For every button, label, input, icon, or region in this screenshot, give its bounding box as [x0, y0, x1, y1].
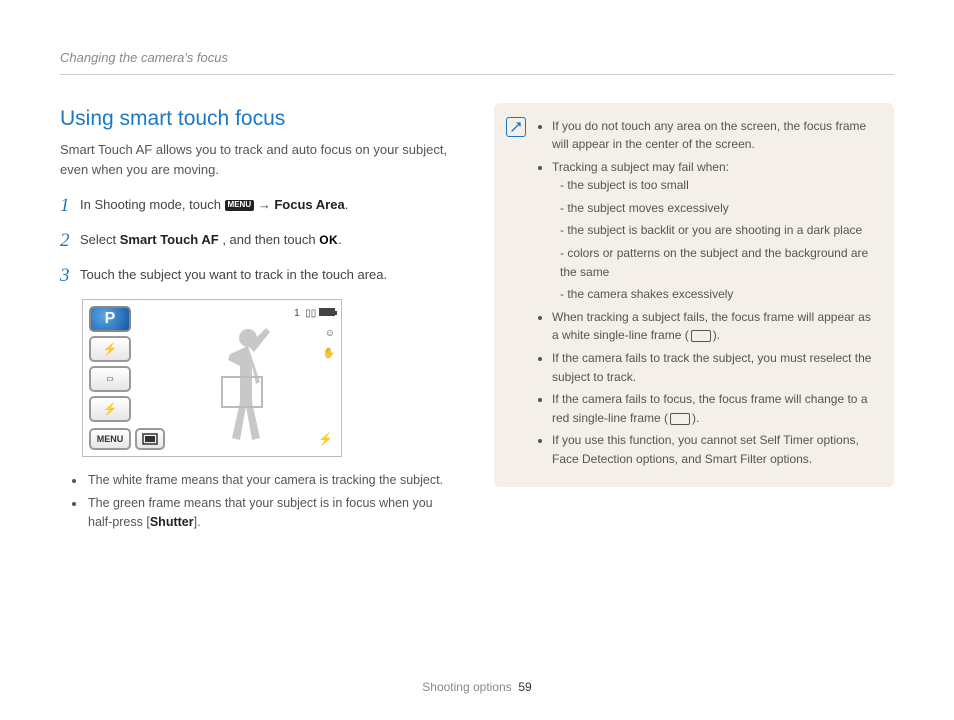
info-text: If the camera fails to focus, the focus … [552, 392, 868, 425]
steps-list: 1 In Shooting mode, touch MENU → Focus A… [60, 195, 460, 287]
info-subitem: the camera shakes excessively [560, 285, 878, 304]
camera-screenshot: P ▭ MENU 1 ▯▯ ☺ ✋ [82, 299, 342, 457]
info-text: ). [692, 411, 699, 425]
info-item: If the camera fails to track the subject… [552, 349, 878, 386]
info-text: When tracking a subject fails, the focus… [552, 310, 871, 343]
flash-icon [103, 340, 118, 359]
menu-icon: MENU [225, 200, 255, 211]
battery-icon [319, 308, 335, 316]
step-text: Select [80, 232, 120, 247]
smart-touch-label: Smart Touch AF [120, 232, 219, 247]
step-text: , and then touch [222, 232, 319, 247]
focus-frame [221, 376, 263, 408]
info-callout: If you do not touch any area on the scre… [494, 103, 894, 487]
ok-icon: OK [319, 231, 338, 249]
flash-indicator [318, 430, 333, 449]
info-text: Tracking a subject may fail when: [552, 160, 729, 174]
right-column: If you do not touch any area on the scre… [494, 103, 894, 536]
step-body: In Shooting mode, touch MENU → Focus Are… [80, 195, 460, 215]
page-footer: Shooting options 59 [0, 678, 954, 696]
info-subitem: the subject is too small [560, 176, 878, 195]
info-subitem: colors or patterns on the subject and th… [560, 244, 878, 281]
screenshot-view-button [135, 428, 165, 450]
info-item: When tracking a subject fails, the focus… [552, 308, 878, 345]
subnote: The green frame means that your subject … [86, 494, 460, 532]
info-subitem: the subject is backlit or you are shooti… [560, 221, 878, 240]
storage-icon: ▯▯ [305, 308, 316, 319]
subnote-text: The green frame means that your subject … [88, 496, 433, 529]
info-list: If you do not touch any area on the scre… [552, 117, 878, 469]
step-text: In Shooting mode, touch [80, 197, 225, 212]
info-subitem: the subject moves excessively [560, 199, 878, 218]
step-3: 3 Touch the subject you want to track in… [60, 265, 460, 288]
step-body: Select Smart Touch AF , and then touch O… [80, 230, 460, 250]
shutter-label: Shutter [150, 515, 194, 529]
left-column: Using smart touch focus Smart Touch AF a… [60, 103, 460, 536]
red-frame-icon [670, 413, 690, 425]
step-number: 1 [60, 195, 80, 218]
note-icon [506, 117, 526, 137]
section-title: Using smart touch focus [60, 103, 460, 135]
step-number: 3 [60, 265, 80, 288]
shot-count-row: 1 ▯▯ [294, 306, 335, 321]
shot-count: 1 [294, 308, 300, 319]
content-columns: Using smart touch focus Smart Touch AF a… [60, 103, 894, 536]
info-item: If the camera fails to focus, the focus … [552, 390, 878, 427]
flash-alt-icon [103, 400, 118, 419]
mode-p-button: P [89, 306, 131, 332]
info-sublist: the subject is too small the subject mov… [560, 176, 878, 304]
subnote: The white frame means that your camera i… [86, 471, 460, 490]
info-item: Tracking a subject may fail when: the su… [552, 158, 878, 304]
step-2: 2 Select Smart Touch AF , and then touch… [60, 230, 460, 253]
info-item: If you do not touch any area on the scre… [552, 117, 878, 154]
screenshot-status-icons: 1 ▯▯ ☺ ✋ [294, 306, 335, 361]
subnotes-list: The white frame means that your camera i… [86, 471, 460, 531]
flash-button [89, 336, 131, 362]
flash-small-icon [318, 434, 333, 446]
page-number: 59 [518, 680, 531, 694]
info-item: If you use this function, you cannot set… [552, 431, 878, 468]
step-body: Touch the subject you want to track in t… [80, 265, 460, 285]
info-text: ). [713, 328, 720, 342]
step-number: 2 [60, 230, 80, 253]
arrow: → [258, 197, 275, 212]
auto-button: ▭ [89, 366, 131, 392]
stabilizer-icon: ✋ [323, 346, 335, 361]
subnote-text: ]. [194, 515, 201, 529]
screenshot-menu-button: MENU [89, 428, 131, 450]
timer-button [89, 396, 131, 422]
step-1: 1 In Shooting mode, touch MENU → Focus A… [60, 195, 460, 218]
white-frame-icon [691, 330, 711, 342]
gallery-icon [142, 433, 158, 445]
face-detect-icon: ☺ [325, 326, 335, 341]
chapter-header: Changing the camera's focus [60, 48, 894, 75]
section-intro: Smart Touch AF allows you to track and a… [60, 140, 460, 179]
footer-section: Shooting options [422, 680, 511, 694]
focus-area-label: Focus Area [274, 197, 344, 212]
